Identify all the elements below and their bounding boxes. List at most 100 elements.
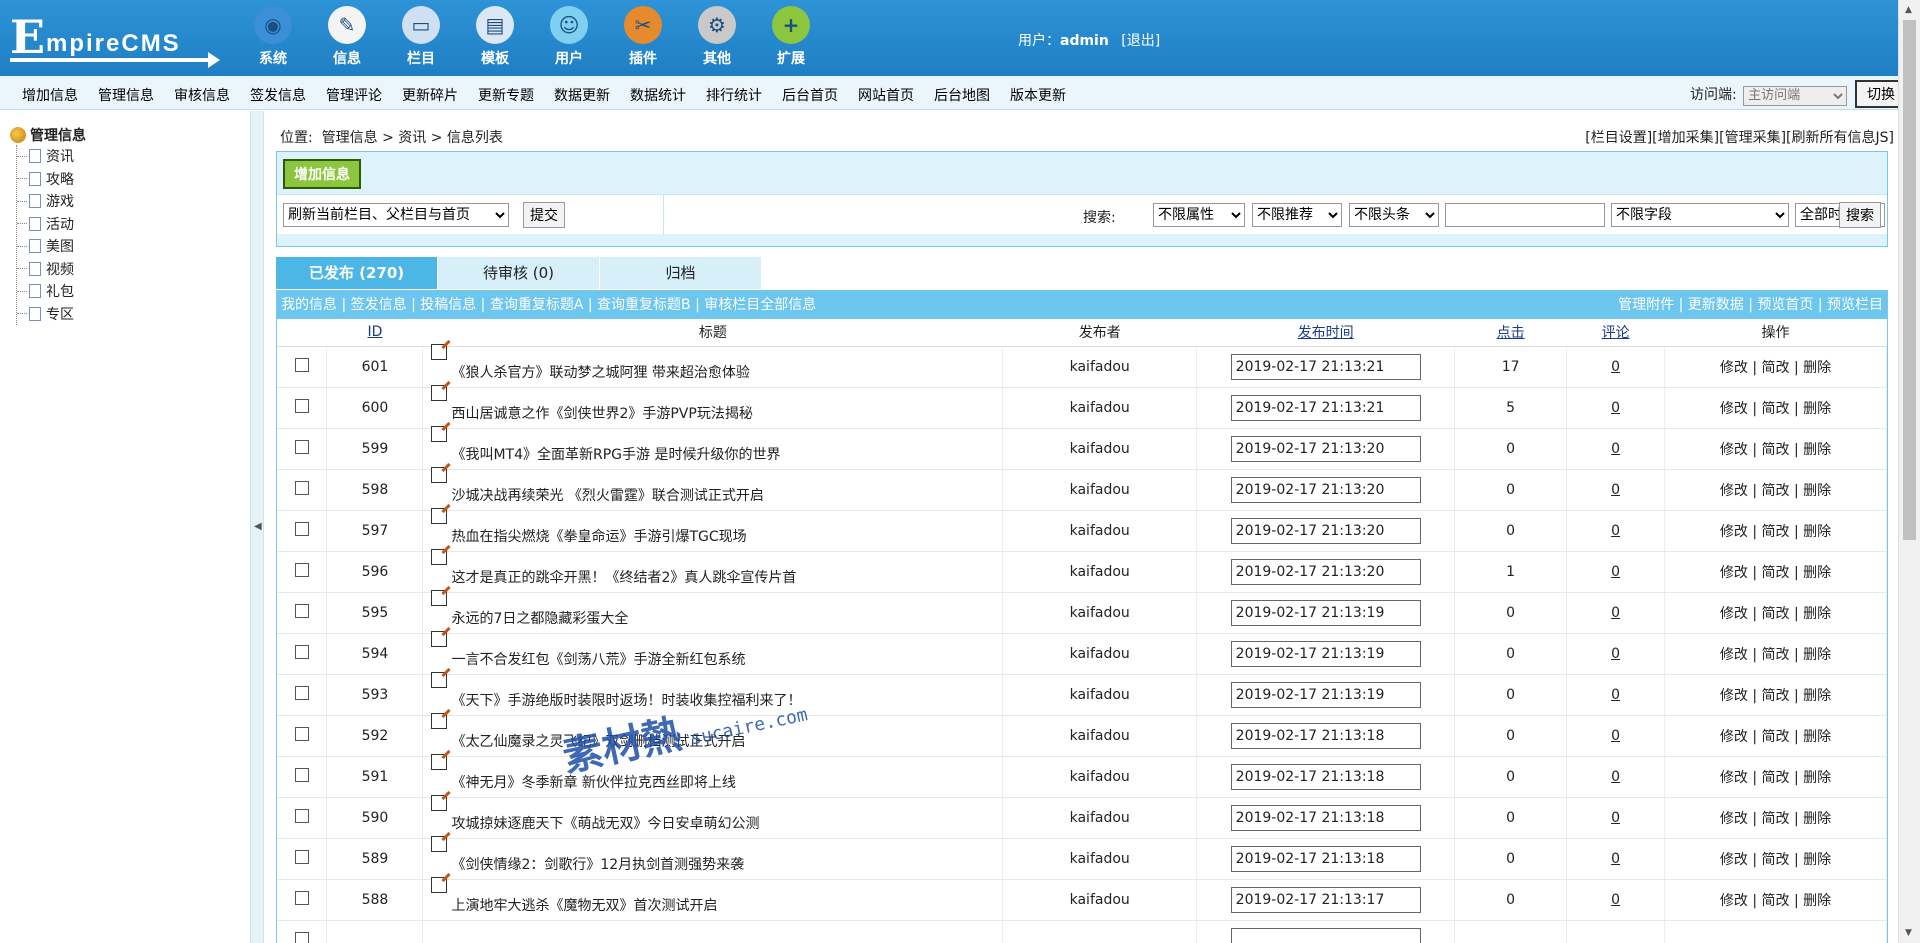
menu-item-4[interactable]: 管理评论 <box>326 85 382 105</box>
comments-link[interactable]: 0 <box>1611 564 1620 580</box>
menu-item-8[interactable]: 数据统计 <box>630 85 686 105</box>
empirecms-logo[interactable]: E mpireCMS <box>10 12 220 68</box>
comments-link[interactable]: 0 <box>1611 400 1620 416</box>
title-link[interactable]: 《神无月》冬季新章 新伙伴拉克西丝即将上线 <box>451 772 735 792</box>
title-link[interactable]: 《狼人杀官方》联动梦之城阿狸 带来超治愈体验 <box>451 362 749 382</box>
menu-item-6[interactable]: 更新专题 <box>478 85 534 105</box>
row-checkbox[interactable] <box>294 562 309 577</box>
list-links-right[interactable]: 管理附件 | 更新数据 | 预览首页 | 预览栏目 <box>1618 291 1883 319</box>
row-checkbox[interactable] <box>294 849 309 864</box>
quick-edit-link[interactable]: 简改 <box>1762 360 1790 376</box>
comments-link[interactable]: 0 <box>1611 769 1620 785</box>
refresh-select[interactable]: 刷新当前栏目、父栏目与首页 <box>283 203 509 227</box>
delete-link[interactable]: 删除 <box>1803 770 1831 786</box>
row-checkbox[interactable] <box>294 767 309 782</box>
tree-root[interactable]: 管理信息 <box>10 125 86 145</box>
column-link-2[interactable]: [管理采集] <box>1719 130 1786 146</box>
comments-col-header[interactable]: 评论 <box>1566 319 1665 347</box>
delete-link[interactable]: 删除 <box>1803 852 1831 868</box>
edit-link[interactable]: 修改 <box>1720 647 1748 663</box>
time-field[interactable]: 2019-02-17 21:13:20 <box>1230 558 1421 585</box>
logout-link[interactable]: [退出] <box>1121 33 1160 49</box>
edit-document-icon[interactable] <box>431 712 448 729</box>
row-checkbox[interactable] <box>294 685 309 700</box>
delete-link[interactable]: 删除 <box>1803 811 1831 827</box>
quick-edit-link[interactable]: 简改 <box>1762 483 1790 499</box>
collapse-arrow-icon[interactable]: ◀ <box>254 521 262 532</box>
edit-document-icon[interactable] <box>431 876 448 893</box>
comments-link[interactable]: 0 <box>1611 646 1620 662</box>
edit-link[interactable]: 修改 <box>1720 729 1748 745</box>
edit-document-icon[interactable] <box>431 835 448 852</box>
submit-button[interactable]: 提交 <box>523 202 565 228</box>
row-checkbox[interactable] <box>294 480 309 495</box>
page-scrollbar[interactable]: ▲ ▼ <box>1898 0 1920 943</box>
comments-link[interactable]: 0 <box>1611 687 1620 703</box>
time-field[interactable]: 2019-02-17 21:13:20 <box>1230 476 1421 503</box>
edit-document-icon[interactable] <box>431 384 448 401</box>
time-field[interactable]: 2019-02-17 21:13:18 <box>1230 845 1421 872</box>
quick-edit-link[interactable]: 简改 <box>1762 893 1790 909</box>
delete-link[interactable]: 删除 <box>1803 442 1831 458</box>
title-link[interactable]: 沙城决战再续荣光 《烈火雷霆》联合测试正式开启 <box>451 485 763 505</box>
quick-edit-link[interactable]: 简改 <box>1762 401 1790 417</box>
title-link[interactable]: 这才是真正的跳伞开黑！《终结者2》真人跳伞宣传片首 <box>451 567 796 587</box>
edit-document-icon[interactable] <box>431 794 448 811</box>
headline-select[interactable]: 不限头条 <box>1349 203 1439 227</box>
time-field[interactable] <box>1230 927 1421 943</box>
title-link[interactable]: 西山居诚意之作《剑侠世界2》手游PVP玩法揭秘 <box>451 403 752 423</box>
delete-link[interactable]: 删除 <box>1803 401 1831 417</box>
edit-document-icon[interactable] <box>431 671 448 688</box>
comments-link[interactable]: 0 <box>1611 482 1620 498</box>
quick-edit-link[interactable]: 简改 <box>1762 852 1790 868</box>
quick-edit-link[interactable]: 简改 <box>1762 565 1790 581</box>
time-col-header[interactable]: 发布时间 <box>1196 319 1455 347</box>
tree-item[interactable]: 游戏 <box>17 190 86 213</box>
delete-link[interactable]: 删除 <box>1803 729 1831 745</box>
edit-link[interactable]: 修改 <box>1720 852 1748 868</box>
time-field[interactable]: 2019-02-17 21:13:19 <box>1230 640 1421 667</box>
quick-edit-link[interactable]: 简改 <box>1762 647 1790 663</box>
quick-edit-link[interactable]: 简改 <box>1762 688 1790 704</box>
menu-item-10[interactable]: 后台首页 <box>782 85 838 105</box>
quick-edit-link[interactable]: 简改 <box>1762 729 1790 745</box>
scroll-down-icon[interactable]: ▼ <box>1905 928 1912 938</box>
column-link-1[interactable]: [增加采集] <box>1652 130 1719 146</box>
comments-link[interactable]: 0 <box>1611 851 1620 867</box>
column-link-0[interactable]: [栏目设置] <box>1585 130 1652 146</box>
edit-document-icon[interactable] <box>431 343 448 360</box>
row-checkbox[interactable] <box>294 808 309 823</box>
menu-item-11[interactable]: 网站首页 <box>858 85 914 105</box>
tree-item[interactable]: 专区 <box>17 303 86 326</box>
field-select[interactable]: 不限字段 <box>1611 203 1789 227</box>
topnav-item-6[interactable]: ⚙ 其他 <box>680 6 754 68</box>
comments-link[interactable]: 0 <box>1611 441 1620 457</box>
time-field[interactable]: 2019-02-17 21:13:21 <box>1230 353 1421 380</box>
clicks-col-header[interactable]: 点击 <box>1454 319 1567 347</box>
scroll-up-icon[interactable]: ▲ <box>1905 5 1912 15</box>
row-checkbox[interactable] <box>294 931 309 943</box>
topnav-item-0[interactable]: ◉ 系统 <box>236 6 310 68</box>
edit-link[interactable]: 修改 <box>1720 770 1748 786</box>
row-checkbox[interactable] <box>294 357 309 372</box>
time-field[interactable]: 2019-02-17 21:13:20 <box>1230 435 1421 462</box>
edit-link[interactable]: 修改 <box>1720 442 1748 458</box>
tab-2[interactable]: 归档 <box>600 257 761 289</box>
list-links-left[interactable]: 我的信息 | 签发信息 | 投稿信息 | 查询重复标题A | 查询重复标题B |… <box>281 297 816 313</box>
delete-link[interactable]: 删除 <box>1803 524 1831 540</box>
tree-item[interactable]: 视频 <box>17 258 86 281</box>
recommend-select[interactable]: 不限推荐 <box>1252 203 1342 227</box>
scroll-thumb[interactable] <box>1903 20 1916 540</box>
quick-edit-link[interactable]: 简改 <box>1762 811 1790 827</box>
delete-link[interactable]: 删除 <box>1803 893 1831 909</box>
quick-edit-link[interactable]: 简改 <box>1762 442 1790 458</box>
tree-item[interactable]: 资讯 <box>17 145 86 168</box>
title-link[interactable]: 《天下》手游绝版时装限时返场！时装收集控福利来了！ <box>451 690 801 710</box>
menu-item-13[interactable]: 版本更新 <box>1010 85 1066 105</box>
comments-link[interactable]: 0 <box>1611 523 1620 539</box>
topnav-item-1[interactable]: ✎ 信息 <box>310 6 384 68</box>
title-link[interactable]: 《我叫MT4》全面革新RPG手游 是时候升级你的世界 <box>451 444 780 464</box>
tree-item[interactable]: 攻略 <box>17 168 86 191</box>
time-field[interactable]: 2019-02-17 21:13:19 <box>1230 681 1421 708</box>
comments-link[interactable]: 0 <box>1611 810 1620 826</box>
